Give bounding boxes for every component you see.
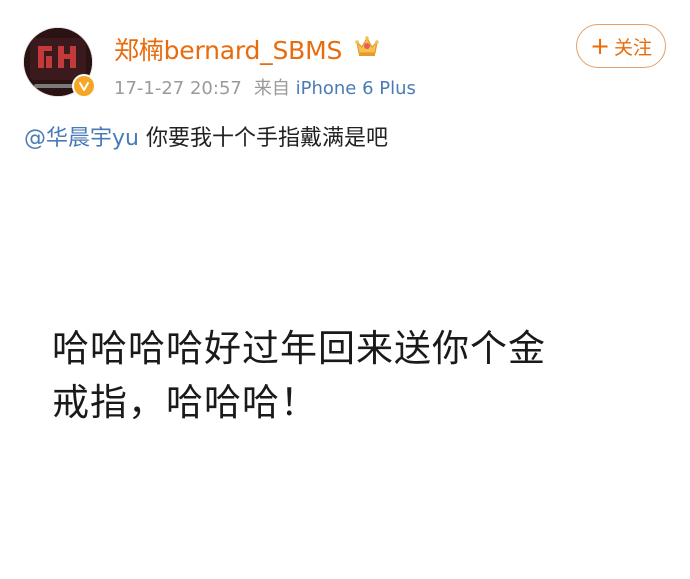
- image-text-line-1: 哈哈哈哈好过年回来送你个金: [52, 327, 546, 370]
- post-meta: 17-1-27 20:57 来自 iPhone 6 Plus: [114, 74, 416, 100]
- source-prefix: 来自: [253, 78, 290, 99]
- post-image[interactable]: 哈哈哈哈好过年回来送你个金 戒指，哈哈哈！: [0, 190, 690, 579]
- device-link[interactable]: iPhone 6 Plus: [296, 78, 416, 99]
- verified-v-icon: [72, 74, 96, 98]
- crown-icon: [355, 36, 379, 56]
- post-text: @华晨宇yu 你要我十个手指戴满是吧: [24, 120, 388, 152]
- username-link[interactable]: 郑楠bernard_SBMS: [114, 31, 342, 67]
- follow-button[interactable]: + 关注: [576, 24, 666, 68]
- plus-icon: +: [589, 32, 611, 60]
- timestamp: 17-1-27 20:57: [114, 78, 242, 99]
- post-body: 你要我十个手指戴满是吧: [145, 126, 388, 151]
- mention-link[interactable]: @华晨宇yu: [24, 126, 139, 151]
- image-text-line-2: 戒指，哈哈哈！: [52, 381, 318, 424]
- follow-label: 关注: [614, 36, 653, 59]
- weibo-post: 郑楠bernard_SBMS 17-1-27 20:57 来自 iPhone 6 …: [0, 0, 690, 579]
